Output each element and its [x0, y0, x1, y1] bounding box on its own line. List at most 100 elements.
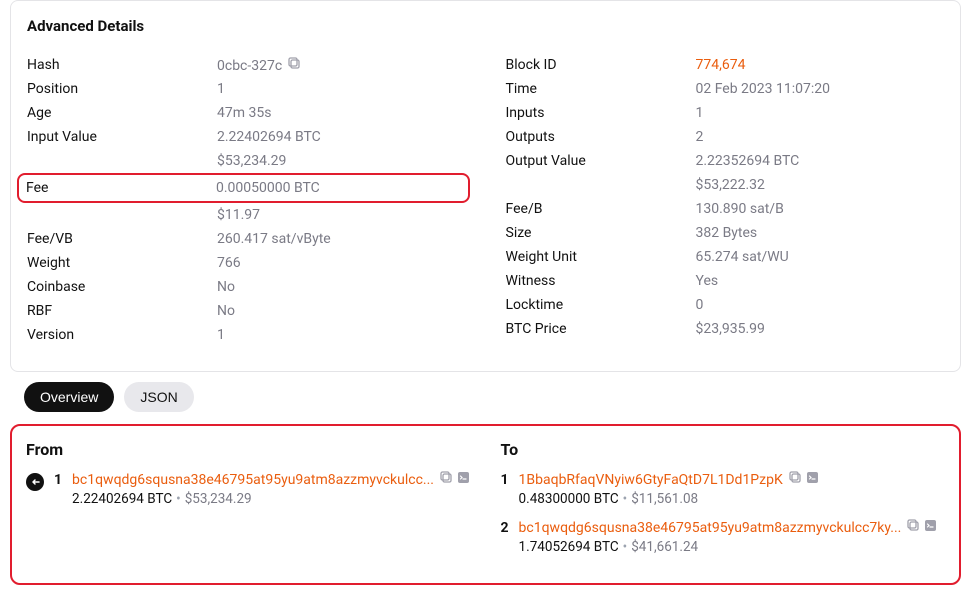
- script-icon[interactable]: [457, 471, 470, 488]
- detail-value: 2: [696, 129, 945, 145]
- detail-label: Locktime: [506, 297, 696, 313]
- detail-label: Outputs: [506, 129, 696, 145]
- detail-row: Hash0cbc-327c: [27, 53, 466, 77]
- copy-icon[interactable]: [789, 471, 802, 488]
- detail-value: 2.22352694 BTC: [696, 153, 945, 169]
- detail-label: Size: [506, 225, 696, 241]
- detail-subrow: .$53,222.32: [506, 173, 945, 197]
- detail-value: Yes: [696, 273, 945, 289]
- detail-label: Output Value: [506, 153, 696, 169]
- detail-value: 382 Bytes: [696, 225, 945, 241]
- detail-row: Block ID774,674: [506, 53, 945, 77]
- detail-value: 130.890 sat/B: [696, 201, 945, 217]
- detail-label: Position: [27, 81, 217, 97]
- advanced-details-panel: Advanced Details Hash0cbc-327cPosition1A…: [10, 0, 961, 372]
- detail-subvalue: $53,222.32: [696, 177, 945, 193]
- detail-value: 2.22402694 BTC: [217, 129, 466, 145]
- copy-icon[interactable]: [288, 57, 301, 70]
- detail-label: Fee/VB: [27, 231, 217, 247]
- detail-label: Fee: [26, 180, 216, 196]
- from-heading: From: [26, 440, 471, 459]
- detail-value: 1: [217, 81, 466, 97]
- detail-label: Age: [27, 105, 217, 121]
- detail-label: Inputs: [506, 105, 696, 121]
- detail-row: RBFNo: [27, 299, 466, 323]
- detail-value: 260.417 sat/vByte: [217, 231, 466, 247]
- detail-row: Time02 Feb 2023 11:07:20: [506, 77, 945, 101]
- detail-row: Inputs1: [506, 101, 945, 125]
- arrow-left-icon: [26, 473, 44, 491]
- detail-row: Fee/B130.890 sat/B: [506, 197, 945, 221]
- output-entry: 2 bc1qwqdg6squsna38e46795at95yu9atm8azzmy…: [501, 519, 946, 555]
- detail-row: Position1: [27, 77, 466, 101]
- detail-subrow: .$11.97: [27, 203, 466, 227]
- output-entry: 1 1BbaqbRfaqVNyiw6GtyFaQtD7L1Dd1PzpK 0.483…: [501, 471, 946, 507]
- detail-label: Time: [506, 81, 696, 97]
- detail-label: Witness: [506, 273, 696, 289]
- detail-row: Weight766: [27, 251, 466, 275]
- detail-value: 766: [217, 255, 466, 271]
- detail-label: RBF: [27, 303, 217, 319]
- tab-overview[interactable]: Overview: [24, 382, 114, 412]
- copy-icon[interactable]: [440, 471, 453, 488]
- detail-value: 0: [696, 297, 945, 313]
- detail-label: Weight: [27, 255, 217, 271]
- entry-index: 2: [501, 520, 509, 555]
- detail-value: No: [217, 279, 466, 295]
- detail-label: Block ID: [506, 57, 696, 73]
- detail-row: Size382 Bytes: [506, 221, 945, 245]
- entry-index: 1: [54, 472, 62, 507]
- detail-value: 47m 35s: [217, 105, 466, 121]
- detail-row: CoinbaseNo: [27, 275, 466, 299]
- detail-subvalue: $11.97: [217, 207, 466, 223]
- detail-row: Version1: [27, 323, 466, 347]
- detail-value: 0cbc-327c: [217, 57, 466, 74]
- address-link[interactable]: bc1qwqdg6squsna38e46795at95yu9atm8azzmyv…: [72, 472, 434, 488]
- detail-label: Hash: [27, 57, 217, 73]
- detail-label: Fee/B: [506, 201, 696, 217]
- detail-row: WitnessYes: [506, 269, 945, 293]
- address-link[interactable]: 1BbaqbRfaqVNyiw6GtyFaQtD7L1Dd1PzpK: [519, 472, 783, 488]
- detail-label: Version: [27, 327, 217, 343]
- entry-index: 1: [501, 472, 509, 507]
- detail-row: Output Value2.22352694 BTC: [506, 149, 945, 173]
- detail-row: Fee/VB260.417 sat/vByte: [27, 227, 466, 251]
- address-link[interactable]: bc1qwqdg6squsna38e46795at95yu9atm8azzmyv…: [519, 520, 902, 536]
- detail-row: Outputs2: [506, 125, 945, 149]
- detail-label: Weight Unit: [506, 249, 696, 265]
- detail-label: BTC Price: [506, 321, 696, 337]
- amount-line: 2.22402694 BTC•$53,234.29: [72, 491, 470, 507]
- detail-value: $23,935.99: [696, 321, 945, 337]
- tab-json[interactable]: JSON: [124, 382, 193, 412]
- detail-value: 02 Feb 2023 11:07:20: [696, 81, 945, 97]
- detail-value: 1: [217, 327, 466, 343]
- panel-title: Advanced Details: [27, 17, 944, 35]
- detail-value[interactable]: 774,674: [696, 57, 945, 73]
- view-tabs: Overview JSON: [0, 382, 971, 412]
- detail-value: 65.274 sat/WU: [696, 249, 945, 265]
- detail-row: Locktime0: [506, 293, 945, 317]
- detail-row: Age47m 35s: [27, 101, 466, 125]
- inputs-outputs-panel: From 1 bc1qwqdg6squsna38e46795at95yu9atm8…: [10, 424, 961, 585]
- amount-line: 1.74052694 BTC•$41,661.24: [519, 539, 945, 555]
- amount-line: 0.48300000 BTC•$11,561.08: [519, 491, 945, 507]
- input-entry: 1 bc1qwqdg6squsna38e46795at95yu9atm8azzmy…: [26, 471, 471, 507]
- to-heading: To: [501, 440, 946, 459]
- detail-value: No: [217, 303, 466, 319]
- to-column: To 1 1BbaqbRfaqVNyiw6GtyFaQtD7L1Dd1PzpK 0.…: [501, 440, 946, 567]
- detail-row: Input Value2.22402694 BTC: [27, 125, 466, 149]
- detail-label: Coinbase: [27, 279, 217, 295]
- detail-subrow: .$53,234.29: [27, 149, 466, 173]
- copy-icon[interactable]: [907, 519, 920, 536]
- detail-label: Input Value: [27, 129, 217, 145]
- script-icon[interactable]: [924, 519, 937, 536]
- script-icon[interactable]: [806, 471, 819, 488]
- from-column: From 1 bc1qwqdg6squsna38e46795at95yu9atm8…: [26, 440, 471, 567]
- detail-row: Fee0.00050000 BTC: [17, 173, 470, 203]
- detail-row: BTC Price$23,935.99: [506, 317, 945, 341]
- details-column-right: Block ID774,674Time02 Feb 2023 11:07:20I…: [506, 53, 945, 347]
- details-column-left: Hash0cbc-327cPosition1Age47m 35sInput Va…: [27, 53, 466, 347]
- detail-value: 0.00050000 BTC: [216, 180, 468, 196]
- detail-value: 1: [696, 105, 945, 121]
- detail-row: Weight Unit65.274 sat/WU: [506, 245, 945, 269]
